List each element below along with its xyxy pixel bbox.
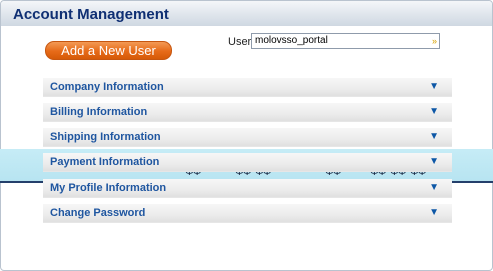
page-title: Account Management xyxy=(13,6,169,23)
section-label: Change Password xyxy=(50,207,146,219)
add-new-user-button[interactable]: Add a New User xyxy=(45,41,172,60)
user-select[interactable]: molovsso_portal » xyxy=(251,33,440,49)
triangle-down-icon[interactable]: ▼ xyxy=(429,106,439,117)
double-chevron-down-icon[interactable]: » xyxy=(432,34,437,48)
triangle-down-icon[interactable]: ▼ xyxy=(429,156,439,167)
section-payment-information[interactable]: Payment Information ▼ xyxy=(43,153,452,172)
triangle-down-icon[interactable]: ▼ xyxy=(429,81,439,92)
section-change-password[interactable]: Change Password ▼ xyxy=(43,204,452,223)
section-label: My Profile Information xyxy=(50,182,167,194)
triangle-down-icon[interactable]: ▼ xyxy=(429,207,439,218)
section-shipping-information[interactable]: Shipping Information ▼ xyxy=(43,128,452,147)
section-label: Shipping Information xyxy=(50,131,161,143)
triangle-down-icon[interactable]: ▼ xyxy=(429,131,439,142)
section-label: Company Information xyxy=(50,81,164,93)
section-company-information[interactable]: Company Information ▼ xyxy=(43,78,452,97)
triangle-down-icon[interactable]: ▼ xyxy=(429,182,439,193)
section-my-profile-information[interactable]: My Profile Information ▼ xyxy=(43,179,452,198)
section-billing-information[interactable]: Billing Information ▼ xyxy=(43,103,452,122)
panel-titlebar: Account Management xyxy=(1,1,492,26)
user-select-value: molovsso_portal xyxy=(255,35,328,46)
section-label: Payment Information xyxy=(50,156,160,168)
user-label: User xyxy=(228,36,252,48)
section-label: Billing Information xyxy=(50,106,148,118)
